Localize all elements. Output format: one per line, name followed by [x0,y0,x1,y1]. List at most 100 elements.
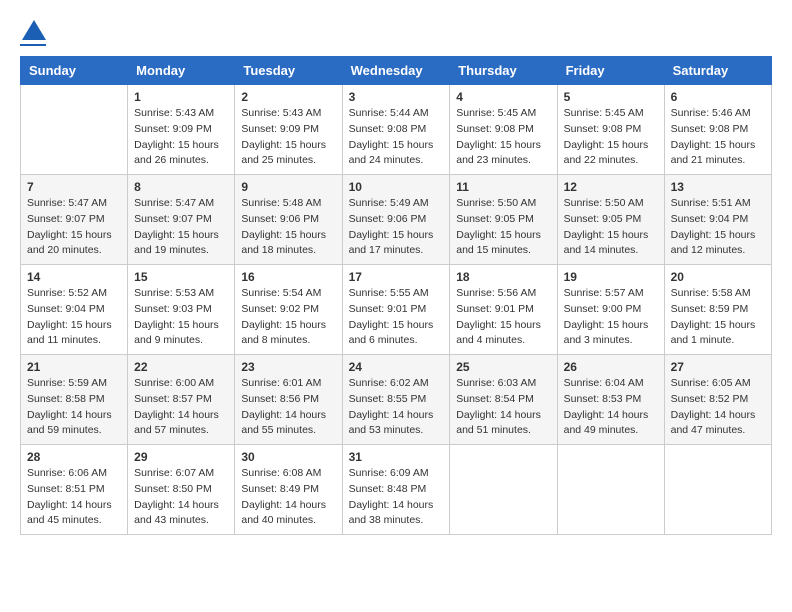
day-info: Sunrise: 5:44 AM Sunset: 9:08 PM Dayligh… [349,106,444,169]
day-info: Sunrise: 6:03 AM Sunset: 8:54 PM Dayligh… [456,376,550,439]
day-info: Sunrise: 5:58 AM Sunset: 8:59 PM Dayligh… [671,286,765,349]
day-number: 28 [27,450,121,464]
calendar-cell: 3Sunrise: 5:44 AM Sunset: 9:08 PM Daylig… [342,85,450,175]
day-number: 14 [27,270,121,284]
day-info: Sunrise: 5:57 AM Sunset: 9:00 PM Dayligh… [564,286,658,349]
day-info: Sunrise: 6:06 AM Sunset: 8:51 PM Dayligh… [27,466,121,529]
calendar-table: SundayMondayTuesdayWednesdayThursdayFrid… [20,56,772,535]
day-header-sunday: Sunday [21,57,128,85]
day-number: 11 [456,180,550,194]
day-info: Sunrise: 5:46 AM Sunset: 9:08 PM Dayligh… [671,106,765,169]
day-number: 1 [134,90,228,104]
calendar-cell: 27 Sunrise: 6:05 AM Sunset: 8:52 PM Dayli… [664,355,771,445]
day-number: 21 [27,360,121,374]
day-number: 22 [134,360,228,374]
day-info: Sunrise: 5:50 AM Sunset: 9:05 PM Dayligh… [456,196,550,259]
day-info: Sunrise: 5:49 AM Sunset: 9:06 PM Dayligh… [349,196,444,259]
day-info: Sunrise: 5:51 AM Sunset: 9:04 PM Dayligh… [671,196,765,259]
day-info: Sunrise: 6:01 AM Sunset: 8:56 PM Dayligh… [241,376,335,439]
day-info: Sunrise: 6:04 AM Sunset: 8:53 PM Dayligh… [564,376,658,439]
day-info: Sunrise: 5:48 AM Sunset: 9:06 PM Dayligh… [241,196,335,259]
calendar-cell: 10 Sunrise: 5:49 AM Sunset: 9:06 PM Dayli… [342,175,450,265]
day-info: Sunrise: 5:50 AM Sunset: 9:05 PM Dayligh… [564,196,658,259]
day-info: Sunrise: 5:54 AM Sunset: 9:02 PM Dayligh… [241,286,335,349]
day-info: Sunrise: 6:07 AM Sunset: 8:50 PM Dayligh… [134,466,228,529]
day-info: Sunrise: 6:08 AM Sunset: 8:49 PM Dayligh… [241,466,335,529]
day-header-saturday: Saturday [664,57,771,85]
day-number: 9 [241,180,335,194]
day-number: 27 [671,360,765,374]
day-number: 17 [349,270,444,284]
calendar-cell: 18Sunrise: 5:56 AM Sunset: 9:01 PM Dayli… [450,265,557,355]
calendar-cell: 25 Sunrise: 6:03 AM Sunset: 8:54 PM Dayli… [450,355,557,445]
calendar-cell: 28 Sunrise: 6:06 AM Sunset: 8:51 PM Dayli… [21,445,128,535]
calendar-week-5: 28 Sunrise: 6:06 AM Sunset: 8:51 PM Dayli… [21,445,772,535]
day-header-thursday: Thursday [450,57,557,85]
calendar-cell: 11 Sunrise: 5:50 AM Sunset: 9:05 PM Dayli… [450,175,557,265]
calendar-cell: 31Sunrise: 6:09 AM Sunset: 8:48 PM Dayli… [342,445,450,535]
calendar-cell: 6Sunrise: 5:46 AM Sunset: 9:08 PM Daylig… [664,85,771,175]
day-number: 25 [456,360,550,374]
day-number: 20 [671,270,765,284]
day-number: 2 [241,90,335,104]
calendar-cell [450,445,557,535]
day-info: Sunrise: 5:53 AM Sunset: 9:03 PM Dayligh… [134,286,228,349]
day-number: 16 [241,270,335,284]
day-number: 7 [27,180,121,194]
day-number: 4 [456,90,550,104]
calendar-header-row: SundayMondayTuesdayWednesdayThursdayFrid… [21,57,772,85]
day-number: 12 [564,180,658,194]
calendar-week-1: 1 Sunrise: 5:43 AM Sunset: 9:09 PM Daylig… [21,85,772,175]
calendar-cell: 30 Sunrise: 6:08 AM Sunset: 8:49 PM Dayli… [235,445,342,535]
calendar-cell: 12 Sunrise: 5:50 AM Sunset: 9:05 PM Dayli… [557,175,664,265]
calendar-cell: 17Sunrise: 5:55 AM Sunset: 9:01 PM Dayli… [342,265,450,355]
logo [20,20,46,46]
calendar-cell: 21 Sunrise: 5:59 AM Sunset: 8:58 PM Dayli… [21,355,128,445]
day-header-wednesday: Wednesday [342,57,450,85]
day-info: Sunrise: 6:05 AM Sunset: 8:52 PM Dayligh… [671,376,765,439]
calendar-cell: 20 Sunrise: 5:58 AM Sunset: 8:59 PM Dayli… [664,265,771,355]
calendar-week-2: 7 Sunrise: 5:47 AM Sunset: 9:07 PM Daylig… [21,175,772,265]
day-number: 30 [241,450,335,464]
day-info: Sunrise: 5:59 AM Sunset: 8:58 PM Dayligh… [27,376,121,439]
day-info: Sunrise: 6:02 AM Sunset: 8:55 PM Dayligh… [349,376,444,439]
day-header-friday: Friday [557,57,664,85]
calendar-week-4: 21 Sunrise: 5:59 AM Sunset: 8:58 PM Dayli… [21,355,772,445]
calendar-cell: 2Sunrise: 5:43 AM Sunset: 9:09 PM Daylig… [235,85,342,175]
day-info: Sunrise: 5:45 AM Sunset: 9:08 PM Dayligh… [456,106,550,169]
calendar-cell: 22Sunrise: 6:00 AM Sunset: 8:57 PM Dayli… [128,355,235,445]
calendar-cell: 9 Sunrise: 5:48 AM Sunset: 9:06 PM Daylig… [235,175,342,265]
day-info: Sunrise: 6:09 AM Sunset: 8:48 PM Dayligh… [349,466,444,529]
day-info: Sunrise: 5:47 AM Sunset: 9:07 PM Dayligh… [27,196,121,259]
day-number: 15 [134,270,228,284]
day-number: 29 [134,450,228,464]
day-info: Sunrise: 5:43 AM Sunset: 9:09 PM Dayligh… [134,106,228,169]
calendar-cell: 15 Sunrise: 5:53 AM Sunset: 9:03 PM Dayli… [128,265,235,355]
day-number: 8 [134,180,228,194]
day-info: Sunrise: 5:56 AM Sunset: 9:01 PM Dayligh… [456,286,550,349]
day-number: 10 [349,180,444,194]
calendar-cell: 29 Sunrise: 6:07 AM Sunset: 8:50 PM Dayli… [128,445,235,535]
calendar-cell: 14 Sunrise: 5:52 AM Sunset: 9:04 PM Dayli… [21,265,128,355]
calendar-cell: 13 Sunrise: 5:51 AM Sunset: 9:04 PM Dayli… [664,175,771,265]
calendar-cell [21,85,128,175]
day-info: Sunrise: 5:45 AM Sunset: 9:08 PM Dayligh… [564,106,658,169]
calendar-cell: 4 Sunrise: 5:45 AM Sunset: 9:08 PM Daylig… [450,85,557,175]
day-info: Sunrise: 5:52 AM Sunset: 9:04 PM Dayligh… [27,286,121,349]
day-header-tuesday: Tuesday [235,57,342,85]
calendar-cell [557,445,664,535]
calendar-cell: 19 Sunrise: 5:57 AM Sunset: 9:00 PM Dayli… [557,265,664,355]
calendar-cell: 16 Sunrise: 5:54 AM Sunset: 9:02 PM Dayli… [235,265,342,355]
calendar-cell: 1 Sunrise: 5:43 AM Sunset: 9:09 PM Daylig… [128,85,235,175]
day-header-monday: Monday [128,57,235,85]
calendar-cell: 23 Sunrise: 6:01 AM Sunset: 8:56 PM Dayli… [235,355,342,445]
calendar-cell: 24Sunrise: 6:02 AM Sunset: 8:55 PM Dayli… [342,355,450,445]
calendar-cell: 26Sunrise: 6:04 AM Sunset: 8:53 PM Dayli… [557,355,664,445]
calendar-cell: 5Sunrise: 5:45 AM Sunset: 9:08 PM Daylig… [557,85,664,175]
day-number: 23 [241,360,335,374]
calendar-week-3: 14 Sunrise: 5:52 AM Sunset: 9:04 PM Dayli… [21,265,772,355]
day-number: 13 [671,180,765,194]
calendar-cell: 8Sunrise: 5:47 AM Sunset: 9:07 PM Daylig… [128,175,235,265]
page-header [20,20,772,46]
day-number: 19 [564,270,658,284]
